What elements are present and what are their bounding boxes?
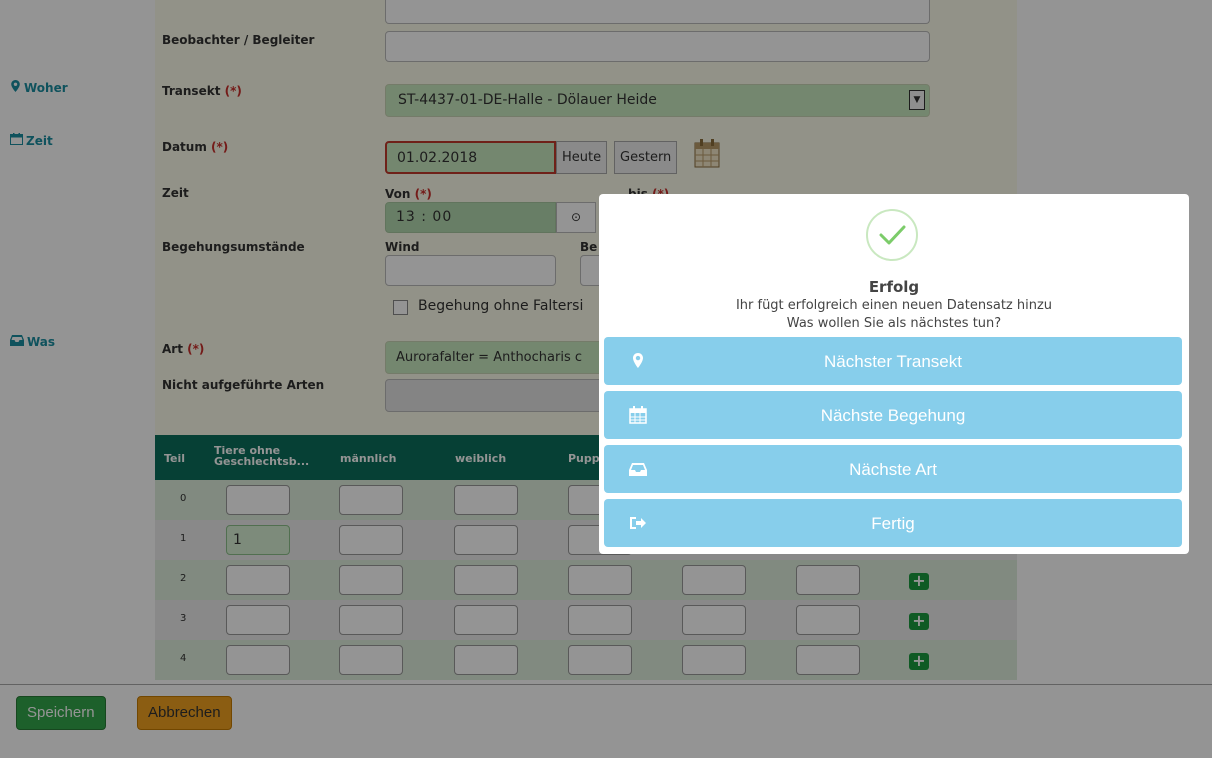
finish-button[interactable]: Fertig bbox=[604, 499, 1182, 547]
next-species-label: Nächste Art bbox=[849, 460, 937, 479]
next-transect-button[interactable]: Nächster Transekt bbox=[604, 337, 1182, 385]
dialog-message: Ihr fügt erfolgreich einen neuen Datensa… bbox=[735, 298, 1053, 313]
next-visit-button[interactable]: Nächste Begehung bbox=[604, 391, 1182, 439]
success-check-icon bbox=[866, 209, 918, 261]
success-dialog: Erfolg Ihr fügt erfolgreich einen neuen … bbox=[599, 194, 1189, 554]
dialog-title: Erfolg bbox=[868, 278, 920, 296]
next-visit-label: Nächste Begehung bbox=[820, 406, 966, 425]
next-transect-label: Nächster Transekt bbox=[824, 352, 962, 371]
dialog-question: Was wollen Sie als nächstes tun? bbox=[786, 316, 1002, 331]
page: Woher Zeit Was Beobachter / Begleiter Tr… bbox=[0, 0, 1212, 758]
finish-label: Fertig bbox=[871, 514, 915, 533]
next-species-button[interactable]: Nächste Art bbox=[604, 445, 1182, 493]
